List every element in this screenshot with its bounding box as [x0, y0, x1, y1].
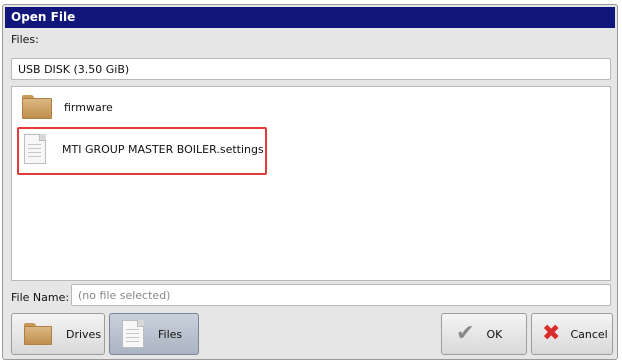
close-icon: ✖	[542, 321, 561, 346]
folder-icon	[24, 323, 52, 345]
checkmark-icon: ✔	[456, 321, 475, 346]
open-file-dialog: Open File Files: USB DISK (3.50 GiB) fir…	[2, 4, 618, 360]
list-item-folder[interactable]: firmware	[22, 95, 113, 119]
drives-button-label: Drives	[66, 327, 102, 341]
dialog-title: Open File	[5, 7, 615, 28]
list-item-label: firmware	[64, 100, 113, 114]
cancel-button[interactable]: ✖ Cancel	[531, 313, 613, 355]
ok-button[interactable]: ✔ OK	[441, 313, 527, 355]
drives-button[interactable]: Drives	[11, 313, 105, 355]
file-name-field[interactable]: (no file selected)	[71, 284, 611, 306]
drive-selector[interactable]: USB DISK (3.50 GiB)	[11, 58, 611, 80]
files-button[interactable]: Files	[109, 313, 199, 355]
files-label: Files:	[11, 33, 39, 46]
files-button-label: Files	[158, 327, 183, 341]
cancel-button-label: Cancel	[570, 327, 608, 341]
document-icon	[122, 320, 144, 348]
folder-icon	[22, 95, 52, 119]
file-list[interactable]: firmware MTI GROUP MASTER BOILER.setting…	[11, 86, 611, 281]
ok-button-label: OK	[486, 327, 503, 341]
selection-highlight	[17, 127, 267, 175]
file-name-label: File Name:	[11, 291, 70, 304]
